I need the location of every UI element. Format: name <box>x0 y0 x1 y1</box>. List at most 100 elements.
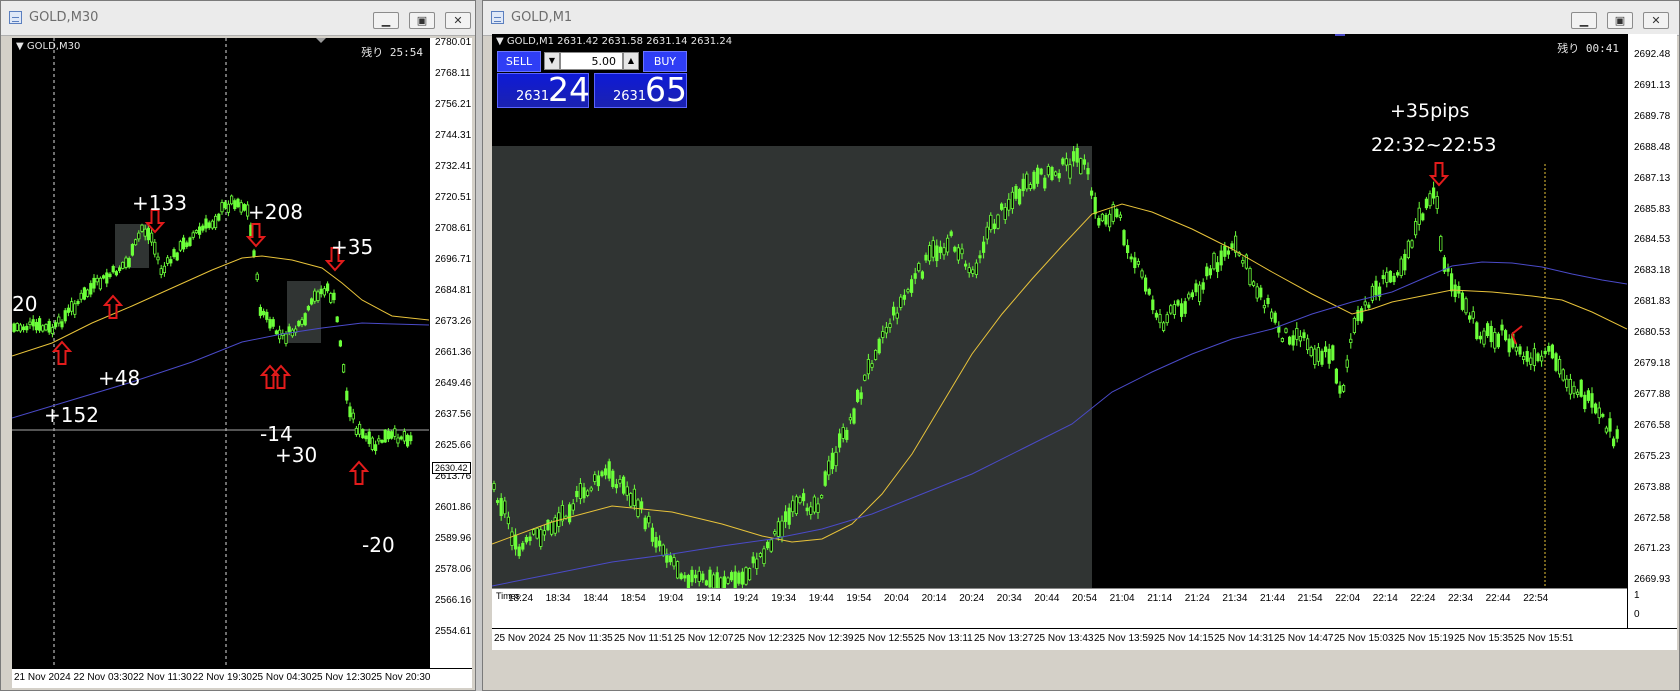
price-chart-area[interactable]: ▼ GOLD,M1 2631.42 2631.58 2631.14 2631.2… <box>492 34 1627 628</box>
candle-body <box>758 553 763 557</box>
candle-body <box>931 240 935 258</box>
window-titlebar[interactable]: GOLD,M30 ▁ ▣ ✕ <box>1 1 475 36</box>
arrow-down-icon: ▼ <box>548 56 556 65</box>
arrow-up-icon <box>51 340 73 365</box>
price-scale[interactable]: 2692.48 2691.13 2689.78 2688.48 2687.13 2685.… <box>1627 34 1677 628</box>
time-scale-label: 25 Nov 14:47 <box>1274 633 1334 644</box>
time-scale[interactable]: 21 Nov 2024 22 Nov 03:30 22 Nov 11:30 22 No… <box>12 668 472 688</box>
close-button[interactable]: ✕ <box>1643 12 1669 29</box>
sell-button[interactable]: SELL <box>497 51 541 72</box>
price-scale-label: 2673.26 <box>435 316 472 327</box>
candle-body <box>517 546 521 557</box>
candle-body <box>1525 351 1529 362</box>
minimize-icon: ▁ <box>1579 14 1589 27</box>
candle-body <box>546 519 550 531</box>
buy-price-button[interactable]: 2631 65 <box>594 70 687 109</box>
candle-body <box>271 319 275 327</box>
arrow-up-icon: ▲ <box>627 56 635 65</box>
candle-body <box>589 487 593 491</box>
candle-body <box>683 575 687 579</box>
lot-decrease-button[interactable]: ▼ <box>544 52 560 70</box>
candle-body <box>1522 355 1526 360</box>
window-titlebar[interactable]: GOLD,M1 ▁ ▣ ✕ <box>483 1 1679 36</box>
candle-body <box>762 548 766 564</box>
indicator-subwindow[interactable]: Times 18:24 18:34 18:44 18:54 19:04 19:14 19:2… <box>492 588 1627 628</box>
buy-button[interactable]: BUY <box>643 51 687 72</box>
chart-window-gold-m1[interactable]: GOLD,M1 ▁ ▣ ✕ ▼ GOLD,M1 2631.42 2631.58 … <box>482 0 1680 691</box>
candle-body <box>542 530 547 536</box>
minimize-button[interactable]: ▁ <box>373 12 399 29</box>
price-scale-label: 2683.18 <box>1634 265 1671 277</box>
candle-body <box>233 200 237 210</box>
price-scale[interactable]: 2780.01 2768.11 2756.21 2744.31 2732.41 2720.… <box>429 37 472 668</box>
candle-body <box>1496 333 1501 348</box>
candle-body <box>845 429 849 440</box>
time-scale-label: 22 Nov 11:30 <box>133 672 192 683</box>
candle-body <box>309 298 314 305</box>
candle-body <box>740 571 744 585</box>
candle-body <box>1432 187 1436 199</box>
close-button[interactable]: ✕ <box>445 12 471 29</box>
candle-body <box>1475 322 1479 340</box>
candle-body <box>625 486 629 496</box>
arrow-up-icon <box>348 460 370 485</box>
candle-body <box>1280 338 1285 342</box>
candle-body <box>79 292 83 300</box>
maximize-button[interactable]: ▣ <box>1607 12 1633 29</box>
candle-body <box>999 203 1004 210</box>
chart-window-gold-m30[interactable]: GOLD,M30 ▁ ▣ ✕ ▼ GOLD,M30 残り 25:54 20 +1… <box>0 0 476 691</box>
candle-body <box>1392 275 1396 283</box>
minimize-button[interactable]: ▁ <box>1571 12 1597 29</box>
candle-body <box>744 567 748 585</box>
candle-body <box>863 374 867 381</box>
time-scale[interactable]: 25 Nov 2024 25 Nov 11:35 25 Nov 11:51 25 No… <box>492 628 1677 650</box>
candle-body <box>1082 159 1087 165</box>
sell-price-button[interactable]: 2631 24 <box>497 70 590 109</box>
candle-body <box>1079 158 1083 175</box>
time-scale-label: 25 Nov 12:07 <box>674 633 734 644</box>
candle-body <box>568 504 572 523</box>
dropdown-triangle-icon[interactable]: ▼ <box>16 41 24 52</box>
candle-body <box>1352 317 1357 333</box>
candle-body <box>1565 378 1569 388</box>
candle-body <box>1169 305 1173 314</box>
candle-body <box>143 228 147 237</box>
candle-body <box>809 506 813 515</box>
time-scale-label: 22:54 <box>1523 593 1549 604</box>
time-scale-label: 22:44 <box>1485 593 1511 604</box>
candle-body <box>780 520 784 538</box>
candle-body <box>82 287 86 300</box>
candle-body <box>405 434 410 447</box>
candle-body <box>783 511 788 522</box>
candle-body <box>668 555 672 563</box>
time-scale-label: 22:04 <box>1335 593 1361 604</box>
candle-body <box>992 223 997 230</box>
time-scale-label: 22:34 <box>1448 593 1474 604</box>
price-scale-label: 2566.16 <box>435 595 472 606</box>
candle-body <box>118 267 122 272</box>
candle-body <box>679 573 683 580</box>
candle-body <box>297 320 301 327</box>
candle-body <box>261 310 266 316</box>
arrow-up-icon <box>270 364 292 389</box>
candle-body <box>697 570 701 583</box>
arrow-up-icon <box>102 294 124 319</box>
lot-size-input[interactable]: 5.00 <box>560 52 623 70</box>
candle-body <box>607 461 611 479</box>
candle-body <box>1604 427 1608 433</box>
candle-body <box>1255 286 1259 299</box>
dropdown-triangle-icon[interactable]: ▼ <box>496 36 504 47</box>
price-chart-area[interactable]: ▼ GOLD,M30 残り 25:54 20 +133 +208 +35 +48… <box>12 38 429 668</box>
time-scale-label: 21:24 <box>1184 593 1210 604</box>
candle-body <box>1424 198 1429 209</box>
candle-body <box>672 557 676 567</box>
candle-body <box>1338 385 1342 394</box>
candle-body <box>114 271 118 276</box>
lot-increase-button[interactable]: ▲ <box>623 52 639 70</box>
candle-body <box>985 226 989 240</box>
maximize-button[interactable]: ▣ <box>409 12 435 29</box>
candle-body <box>1144 277 1148 292</box>
candle-body <box>963 263 968 267</box>
candle-body <box>1500 324 1504 331</box>
time-scale-label: 25 Nov 13:27 <box>974 633 1034 644</box>
